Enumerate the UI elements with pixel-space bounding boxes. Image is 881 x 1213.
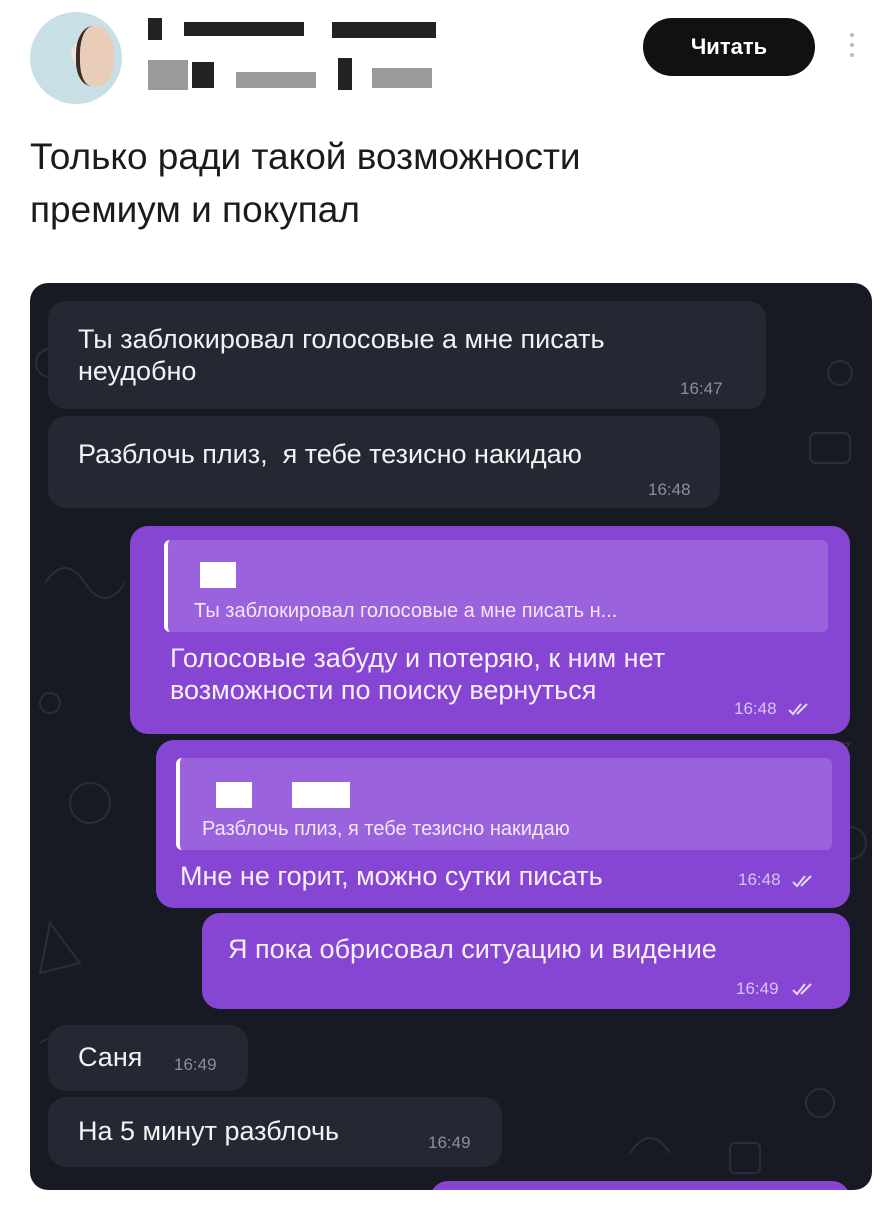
double-check-icon bbox=[788, 703, 808, 716]
reply-text: Ты заблокировал голосовые а мне писать н… bbox=[194, 600, 618, 622]
double-check-icon bbox=[792, 983, 812, 996]
incoming-message[interactable]: Саня 16:49 bbox=[48, 1025, 248, 1091]
message-time: 16:49 bbox=[428, 1133, 471, 1152]
message-text: Мне не горит, можно сутки писать bbox=[180, 861, 603, 891]
message-time: 16:49 bbox=[736, 979, 779, 998]
outgoing-message[interactable]: Ты заблокировал голосовые а мне писать н… bbox=[130, 526, 850, 734]
reply-author-redacted bbox=[292, 782, 350, 808]
read-button[interactable]: Читать bbox=[643, 18, 815, 76]
reply-author-redacted bbox=[200, 562, 236, 588]
message-time: 16:49 bbox=[174, 1055, 217, 1074]
message-text: Разблочь плиз, я тебе тезисно накидаю bbox=[78, 439, 582, 469]
reply-author-redacted bbox=[216, 782, 252, 808]
reply-quote[interactable]: Ты заблокировал голосовые а мне писать н… bbox=[164, 540, 828, 632]
more-vertical-icon[interactable] bbox=[846, 30, 858, 64]
outgoing-message-partial bbox=[430, 1181, 850, 1190]
chat-screenshot: Ты заблокировал голосовые а мне писать н… bbox=[30, 283, 872, 1190]
reply-text: Разблочь плиз, я тебе тезисно накидаю bbox=[202, 818, 570, 840]
outgoing-message[interactable]: Я пока обрисовал ситуацию и видение 16:4… bbox=[202, 913, 850, 1009]
message-text: Я пока обрисовал ситуацию и видение bbox=[228, 934, 717, 964]
message-text: Голосовые забуду и потеряю, к ним нет во… bbox=[170, 643, 666, 705]
message-text: На 5 минут разблочь bbox=[78, 1116, 340, 1146]
author-avatar[interactable] bbox=[30, 12, 122, 104]
message-time: 16:48 bbox=[648, 480, 691, 499]
incoming-message[interactable]: На 5 минут разблочь 16:49 bbox=[48, 1097, 502, 1167]
reply-quote[interactable]: Разблочь плиз, я тебе тезисно накидаю bbox=[176, 758, 832, 850]
message-text: Ты заблокировал голосовые а мне писать н… bbox=[78, 324, 605, 386]
incoming-message[interactable]: Разблочь плиз, я тебе тезисно накидаю 16… bbox=[48, 416, 720, 508]
message-time: 16:47 bbox=[680, 379, 723, 398]
message-text: Саня bbox=[78, 1042, 143, 1072]
message-time: 16:48 bbox=[738, 870, 781, 889]
outgoing-message[interactable]: Разблочь плиз, я тебе тезисно накидаю Мн… bbox=[156, 740, 850, 908]
incoming-message[interactable]: Ты заблокировал голосовые а мне писать н… bbox=[48, 301, 766, 409]
author-name-redacted bbox=[148, 18, 438, 98]
avatar-face bbox=[76, 26, 114, 86]
message-time: 16:48 bbox=[734, 699, 777, 718]
post-text: Только ради такой возможности премиум и … bbox=[30, 136, 581, 230]
double-check-icon bbox=[792, 875, 812, 888]
